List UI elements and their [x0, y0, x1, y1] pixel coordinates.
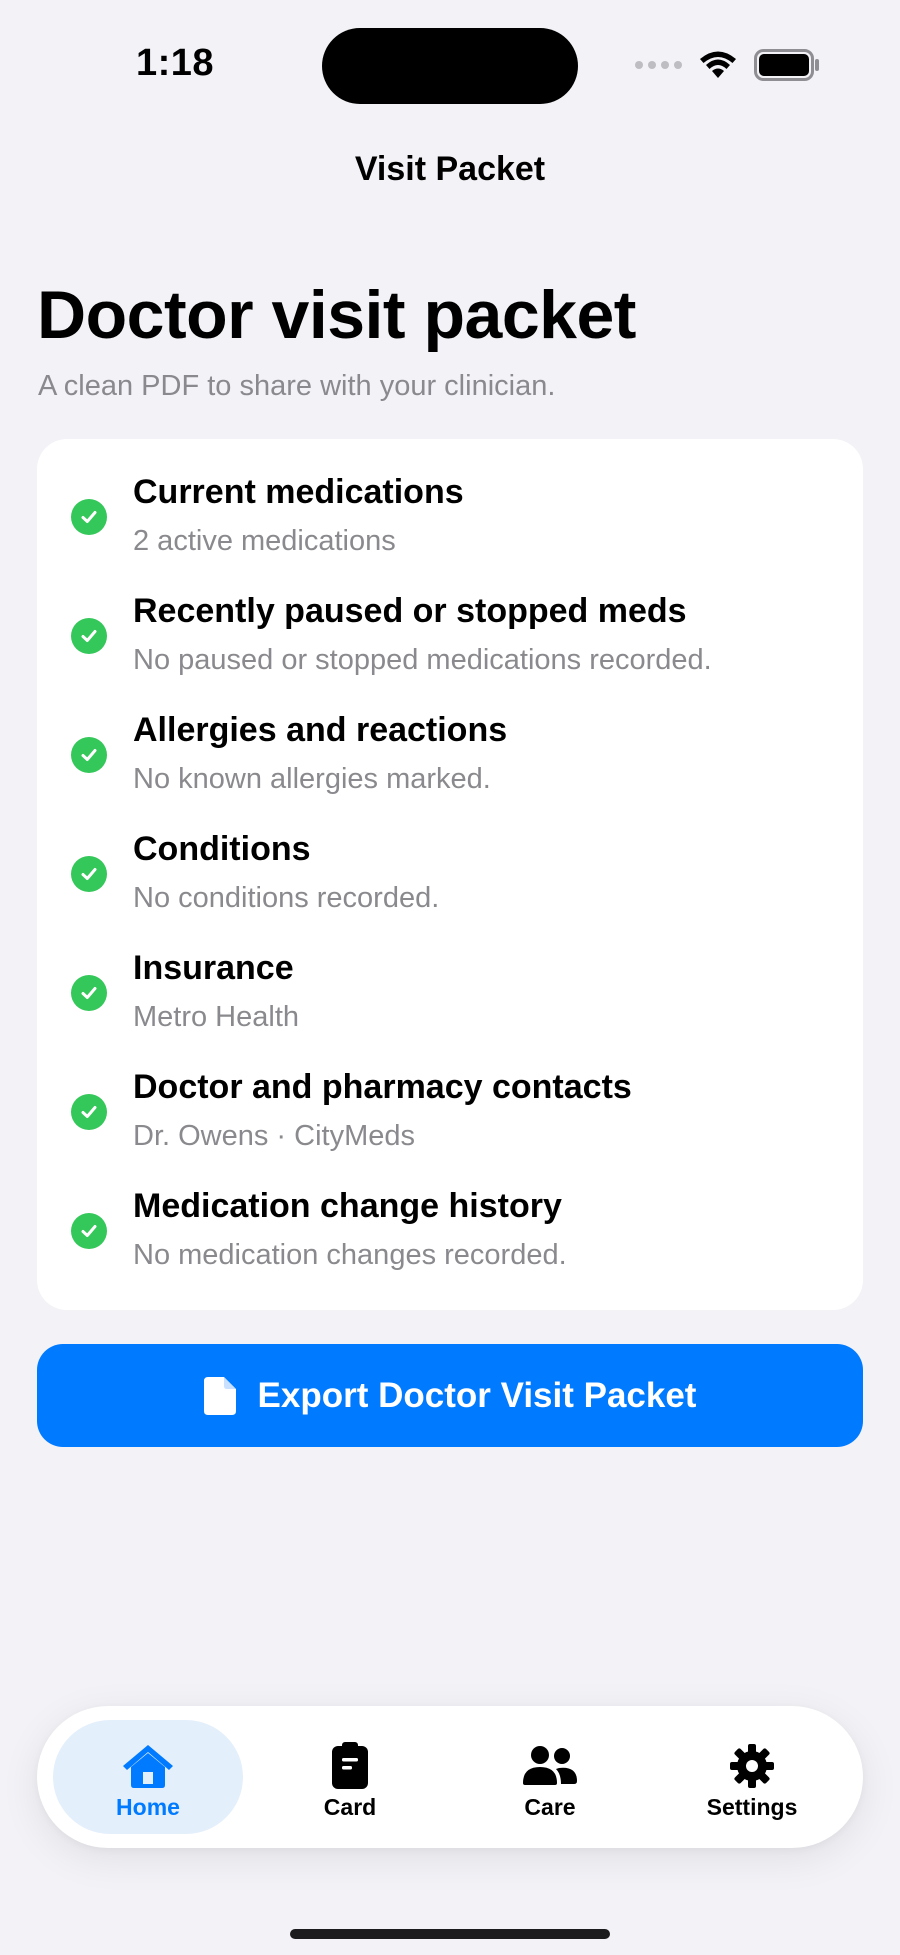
page-title: Doctor visit packet: [37, 277, 636, 353]
cellular-signal-icon: [635, 61, 682, 69]
home-indicator[interactable]: [290, 1929, 610, 1939]
people-icon: [521, 1742, 579, 1790]
gear-icon: [729, 1742, 775, 1790]
packet-item-conditions: Conditions No conditions recorded.: [37, 796, 863, 915]
packet-item-title: Doctor and pharmacy contacts: [133, 1068, 632, 1106]
tab-label: Settings: [706, 1794, 798, 1820]
tab-settings[interactable]: Settings: [657, 1720, 847, 1834]
tab-card[interactable]: Card: [255, 1720, 445, 1834]
packet-item-title: Medication change history: [133, 1187, 562, 1225]
packet-item-title: Recently paused or stopped meds: [133, 592, 687, 630]
packet-item-paused-stopped-meds: Recently paused or stopped meds No pause…: [37, 558, 863, 677]
tab-care[interactable]: Care: [455, 1720, 645, 1834]
packet-contents-card: Current medications 2 active medications…: [37, 439, 863, 1310]
export-button-label: Export Doctor Visit Packet: [257, 1375, 697, 1415]
packet-item-detail: Dr. Owens · CityMeds: [133, 1120, 415, 1152]
checkmark-circle-icon: [71, 618, 107, 654]
packet-item-title: Conditions: [133, 830, 311, 868]
export-doctor-visit-packet-button[interactable]: Export Doctor Visit Packet: [37, 1344, 863, 1447]
tab-label: Home: [116, 1794, 180, 1820]
packet-item-insurance: Insurance Metro Health: [37, 915, 863, 1034]
nav-title: Visit Packet: [354, 150, 546, 188]
packet-item-detail: No paused or stopped medications recorde…: [133, 644, 712, 676]
battery-icon: [754, 49, 819, 81]
packet-item-detail: Metro Health: [133, 1001, 300, 1033]
tab-label: Care: [524, 1794, 576, 1820]
packet-item-title: Current medications: [133, 473, 464, 511]
packet-item-title: Insurance: [133, 949, 294, 987]
packet-item-current-medications: Current medications 2 active medications: [37, 439, 863, 558]
checkmark-circle-icon: [71, 499, 107, 535]
checkmark-circle-icon: [71, 975, 107, 1011]
packet-item-contacts: Doctor and pharmacy contacts Dr. Owens ·…: [37, 1034, 863, 1153]
clipboard-icon: [330, 1742, 370, 1790]
checkmark-circle-icon: [71, 1094, 107, 1130]
checkmark-circle-icon: [71, 737, 107, 773]
packet-item-allergies: Allergies and reactions No known allergi…: [37, 677, 863, 796]
packet-item-detail: 2 active medications: [133, 525, 396, 557]
checkmark-circle-icon: [71, 1213, 107, 1249]
document-icon: [203, 1376, 236, 1415]
tab-label: Card: [323, 1794, 377, 1820]
packet-item-change-history: Medication change history No medication …: [37, 1153, 863, 1272]
tab-home[interactable]: Home: [53, 1720, 243, 1834]
packet-item-title: Allergies and reactions: [133, 711, 508, 749]
page-subtitle: A clean PDF to share with your clinician…: [38, 370, 556, 402]
packet-item-detail: No medication changes recorded.: [133, 1239, 567, 1271]
packet-item-detail: No known allergies marked.: [133, 763, 491, 795]
house-icon: [121, 1742, 175, 1790]
tab-bar: Home Card Care Settings: [37, 1706, 863, 1848]
status-time: 1:18: [136, 42, 215, 84]
dynamic-island: [322, 28, 578, 104]
screen: 1:18 Visit Packet Doctor visit packet A …: [0, 0, 900, 1955]
status-icons: [635, 48, 820, 82]
packet-item-detail: No conditions recorded.: [133, 882, 440, 914]
checkmark-circle-icon: [71, 856, 107, 892]
wifi-icon: [700, 51, 736, 78]
